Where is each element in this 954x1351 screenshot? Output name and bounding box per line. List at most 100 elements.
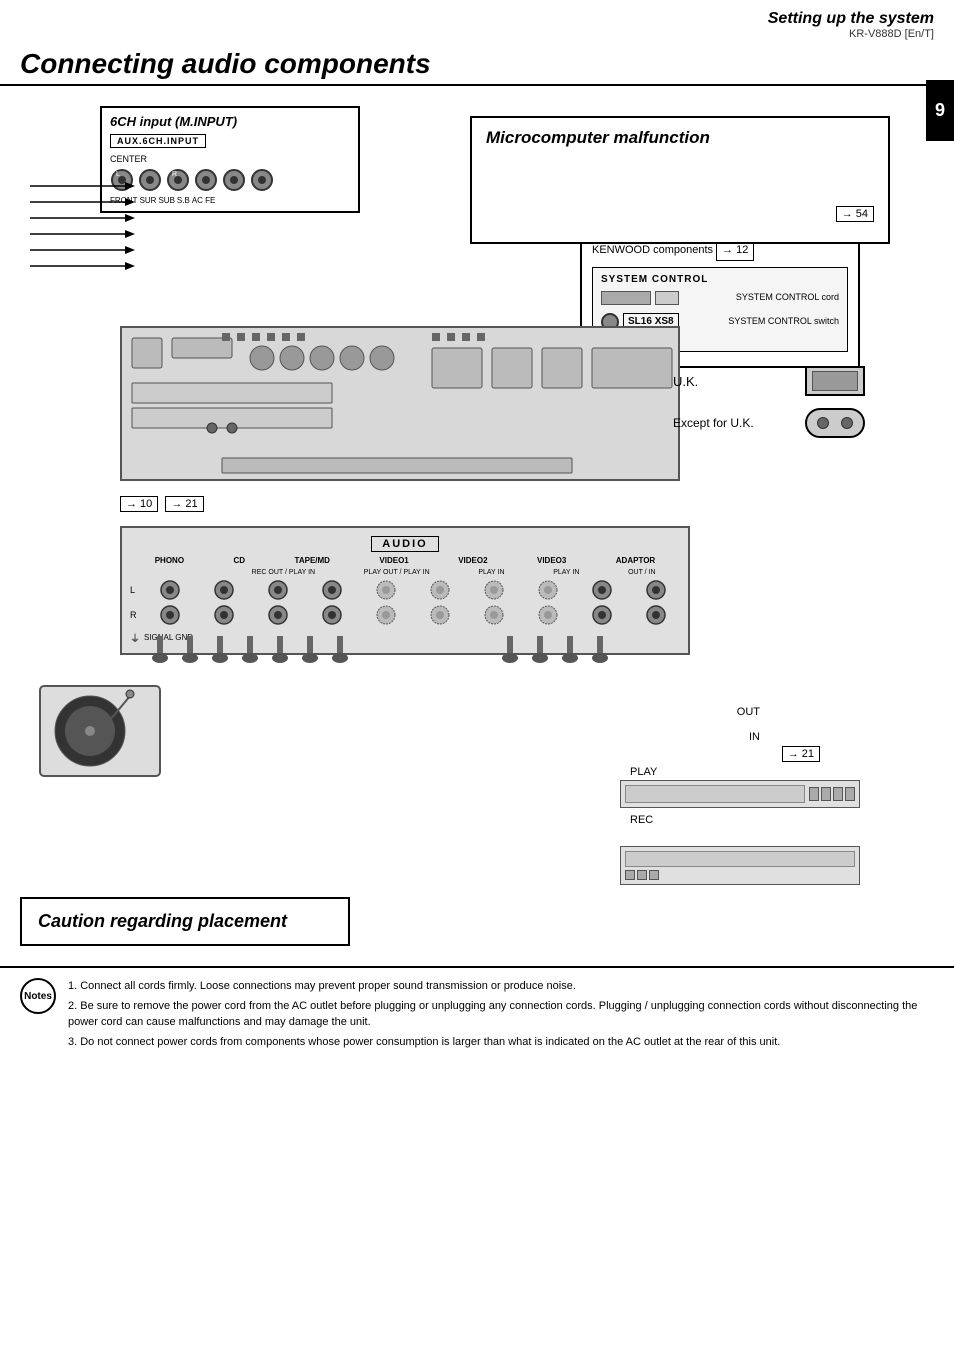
caution-box: Caution regarding placement xyxy=(20,897,350,946)
cord-connector-area xyxy=(601,291,679,305)
cable-plug-3 xyxy=(210,636,230,676)
amplifier-body xyxy=(120,326,680,481)
model-number: KR-V888D [En/T] xyxy=(0,28,954,40)
v2-r-jack xyxy=(483,604,505,626)
ref2: → 21 xyxy=(165,496,203,512)
l-indicator: L xyxy=(130,585,142,595)
cable-plug-6 xyxy=(300,636,320,676)
play-btn-2 xyxy=(821,787,831,801)
play-btn-3 xyxy=(833,787,843,801)
adaptor-label: ADAPTOR xyxy=(616,556,655,565)
cable-plug-4 xyxy=(240,636,260,676)
tape-play-l-jack xyxy=(321,579,343,601)
rec-display xyxy=(625,851,855,867)
input-6ch-box: 6CH input (M.INPUT) AUX.6CH.INPUT CENTER… xyxy=(100,106,360,213)
notes-section: Notes 1. Connect all cords firmly. Loose… xyxy=(0,966,954,1063)
v1-out-r-jack xyxy=(375,604,397,626)
uk-connector xyxy=(805,366,865,396)
malfunction-box: Microcomputer malfunction → 54 xyxy=(470,116,890,244)
ref3: → 21 xyxy=(782,746,820,762)
v3-l-jack xyxy=(537,579,559,601)
video3-label: VIDEO3 xyxy=(537,556,566,565)
cable-plug-7 xyxy=(330,636,350,676)
note-1: 1. Connect all cords firmly. Loose conne… xyxy=(68,978,934,995)
syscontrol-inner-title: SYSTEM CONTROL xyxy=(601,274,839,285)
adapt-out-l-jack xyxy=(591,579,613,601)
except-uk-connector xyxy=(805,408,865,438)
uk-label: U.K. xyxy=(673,374,793,389)
except-uk-label: Except for U.K. xyxy=(673,416,793,430)
uk-section: U.K. Except for U.K. xyxy=(673,366,865,438)
adapt-in-r-jack xyxy=(645,604,667,626)
cord-plug xyxy=(655,291,679,305)
audio-l-row: L xyxy=(130,579,680,601)
in-label: IN xyxy=(749,731,760,743)
jack-l: L xyxy=(110,168,134,192)
r-cable-plug-2 xyxy=(530,636,550,676)
r-indicator: R xyxy=(130,610,142,620)
play-label: PLAY xyxy=(620,766,860,778)
v1-in-r-jack xyxy=(429,604,451,626)
except-uk-row: Except for U.K. xyxy=(673,408,865,438)
v3-r-jack xyxy=(537,604,559,626)
out-label: OUT xyxy=(737,706,760,718)
jack-r: R xyxy=(166,168,190,192)
play-buttons xyxy=(809,787,855,801)
rec-btn-3 xyxy=(649,870,659,880)
audio-col-headers: PHONO CD TAPE/MD VIDEO1 VIDEO2 VIDEO3 AD… xyxy=(130,556,680,565)
audio-r-row: R xyxy=(130,604,680,626)
audio-label-container: AUDIO xyxy=(130,536,680,550)
tape-play-r-jack xyxy=(321,604,343,626)
amplifier-svg xyxy=(122,328,682,483)
play-btn-1 xyxy=(809,787,819,801)
hole-right xyxy=(841,417,853,429)
content-area: Microcomputer malfunction → 54 6CH input… xyxy=(0,86,954,966)
v1-out-l-jack xyxy=(375,579,397,601)
video2-label: VIDEO2 xyxy=(458,556,487,565)
notes-icon: Notes xyxy=(20,978,56,1014)
rec-label: REC xyxy=(620,814,860,826)
video1-label: VIDEO1 xyxy=(379,556,408,565)
malfunction-ref-box: → 54 xyxy=(836,206,874,222)
hole-left xyxy=(817,417,829,429)
l-jacks-row xyxy=(146,579,680,601)
aux-6ch-label: AUX.6CH.INPUT xyxy=(110,134,206,148)
r-cable-plug-3 xyxy=(560,636,580,676)
svg-text:R: R xyxy=(172,171,177,178)
jack-center xyxy=(138,168,162,192)
rec-btn-2 xyxy=(637,870,647,880)
cord-label: SYSTEM CONTROL cord xyxy=(736,292,839,304)
notes-text: 1. Connect all cords firmly. Loose conne… xyxy=(68,978,934,1053)
audio-sub-labels: REC OUT / PLAY IN PLAY OUT / PLAY IN PLA… xyxy=(130,569,680,576)
switch-label: SYSTEM CONTROL switch xyxy=(728,316,839,328)
rec-btn-1 xyxy=(625,870,635,880)
cable-connectors-row xyxy=(150,636,350,676)
audio-label: AUDIO xyxy=(371,536,438,552)
v2-l-jack xyxy=(483,579,505,601)
play-device xyxy=(620,780,860,808)
syscontrol-ref: → 12 xyxy=(716,241,754,260)
input-sub-labels: FRONTSURSUBS.BAC FE xyxy=(110,196,350,205)
uk-row: U.K. xyxy=(673,366,865,396)
tape-device-area: PLAY REC xyxy=(620,766,860,885)
phono-l-jack xyxy=(159,579,181,601)
input-6ch-title: 6CH input (M.INPUT) xyxy=(110,114,350,129)
cord-connector xyxy=(601,291,651,305)
rec-buttons xyxy=(625,870,855,880)
jack-sub xyxy=(250,168,274,192)
uk-connector-inner xyxy=(812,371,858,391)
tape-rec-l-jack xyxy=(267,579,289,601)
rec-device xyxy=(620,846,860,885)
note-3: 3. Do not connect power cords from compo… xyxy=(68,1034,934,1051)
turntable-area xyxy=(30,666,170,786)
cable-plug-5 xyxy=(270,636,290,676)
jack-front xyxy=(194,168,218,192)
play-display xyxy=(625,785,805,803)
tape-rec-r-jack xyxy=(267,604,289,626)
r-jacks-row xyxy=(146,604,680,626)
turntable-svg xyxy=(30,666,170,786)
v1-in-l-jack xyxy=(429,579,451,601)
svg-text:L: L xyxy=(116,171,120,178)
r-cable-plug-1 xyxy=(500,636,520,676)
ref-21-box: → 21 xyxy=(782,746,820,762)
